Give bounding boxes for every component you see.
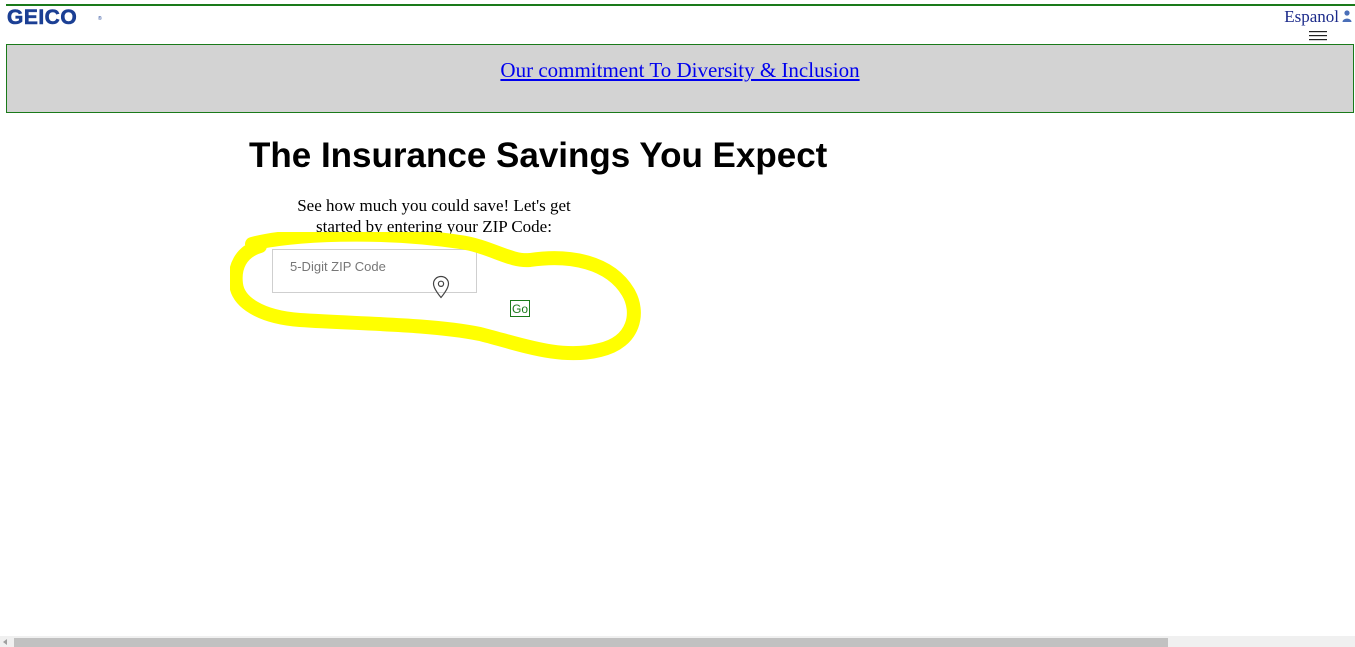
page-title: The Insurance Savings You Expect xyxy=(249,136,828,175)
go-button[interactable]: Go xyxy=(510,300,531,317)
logo-registered-mark: ® xyxy=(98,16,102,22)
location-pin-icon xyxy=(432,275,450,299)
zip-prompt-text: See how much you could save! Let's get s… xyxy=(297,196,571,236)
menu-icon[interactable] xyxy=(1309,30,1327,42)
diversity-banner: Our commitment To Diversity & Inclusion xyxy=(6,44,1354,113)
scroll-left-arrow-icon[interactable] xyxy=(3,639,7,645)
scrollbar-thumb[interactable] xyxy=(14,638,1168,647)
diversity-inclusion-link[interactable]: Our commitment To Diversity & Inclusion xyxy=(500,58,859,83)
person-icon[interactable] xyxy=(1342,10,1352,22)
espanol-link[interactable]: Espanol xyxy=(1284,7,1339,27)
horizontal-scrollbar[interactable] xyxy=(0,636,1355,647)
top-border-line xyxy=(6,4,1355,6)
geico-logo[interactable]: GEICO xyxy=(7,6,77,30)
